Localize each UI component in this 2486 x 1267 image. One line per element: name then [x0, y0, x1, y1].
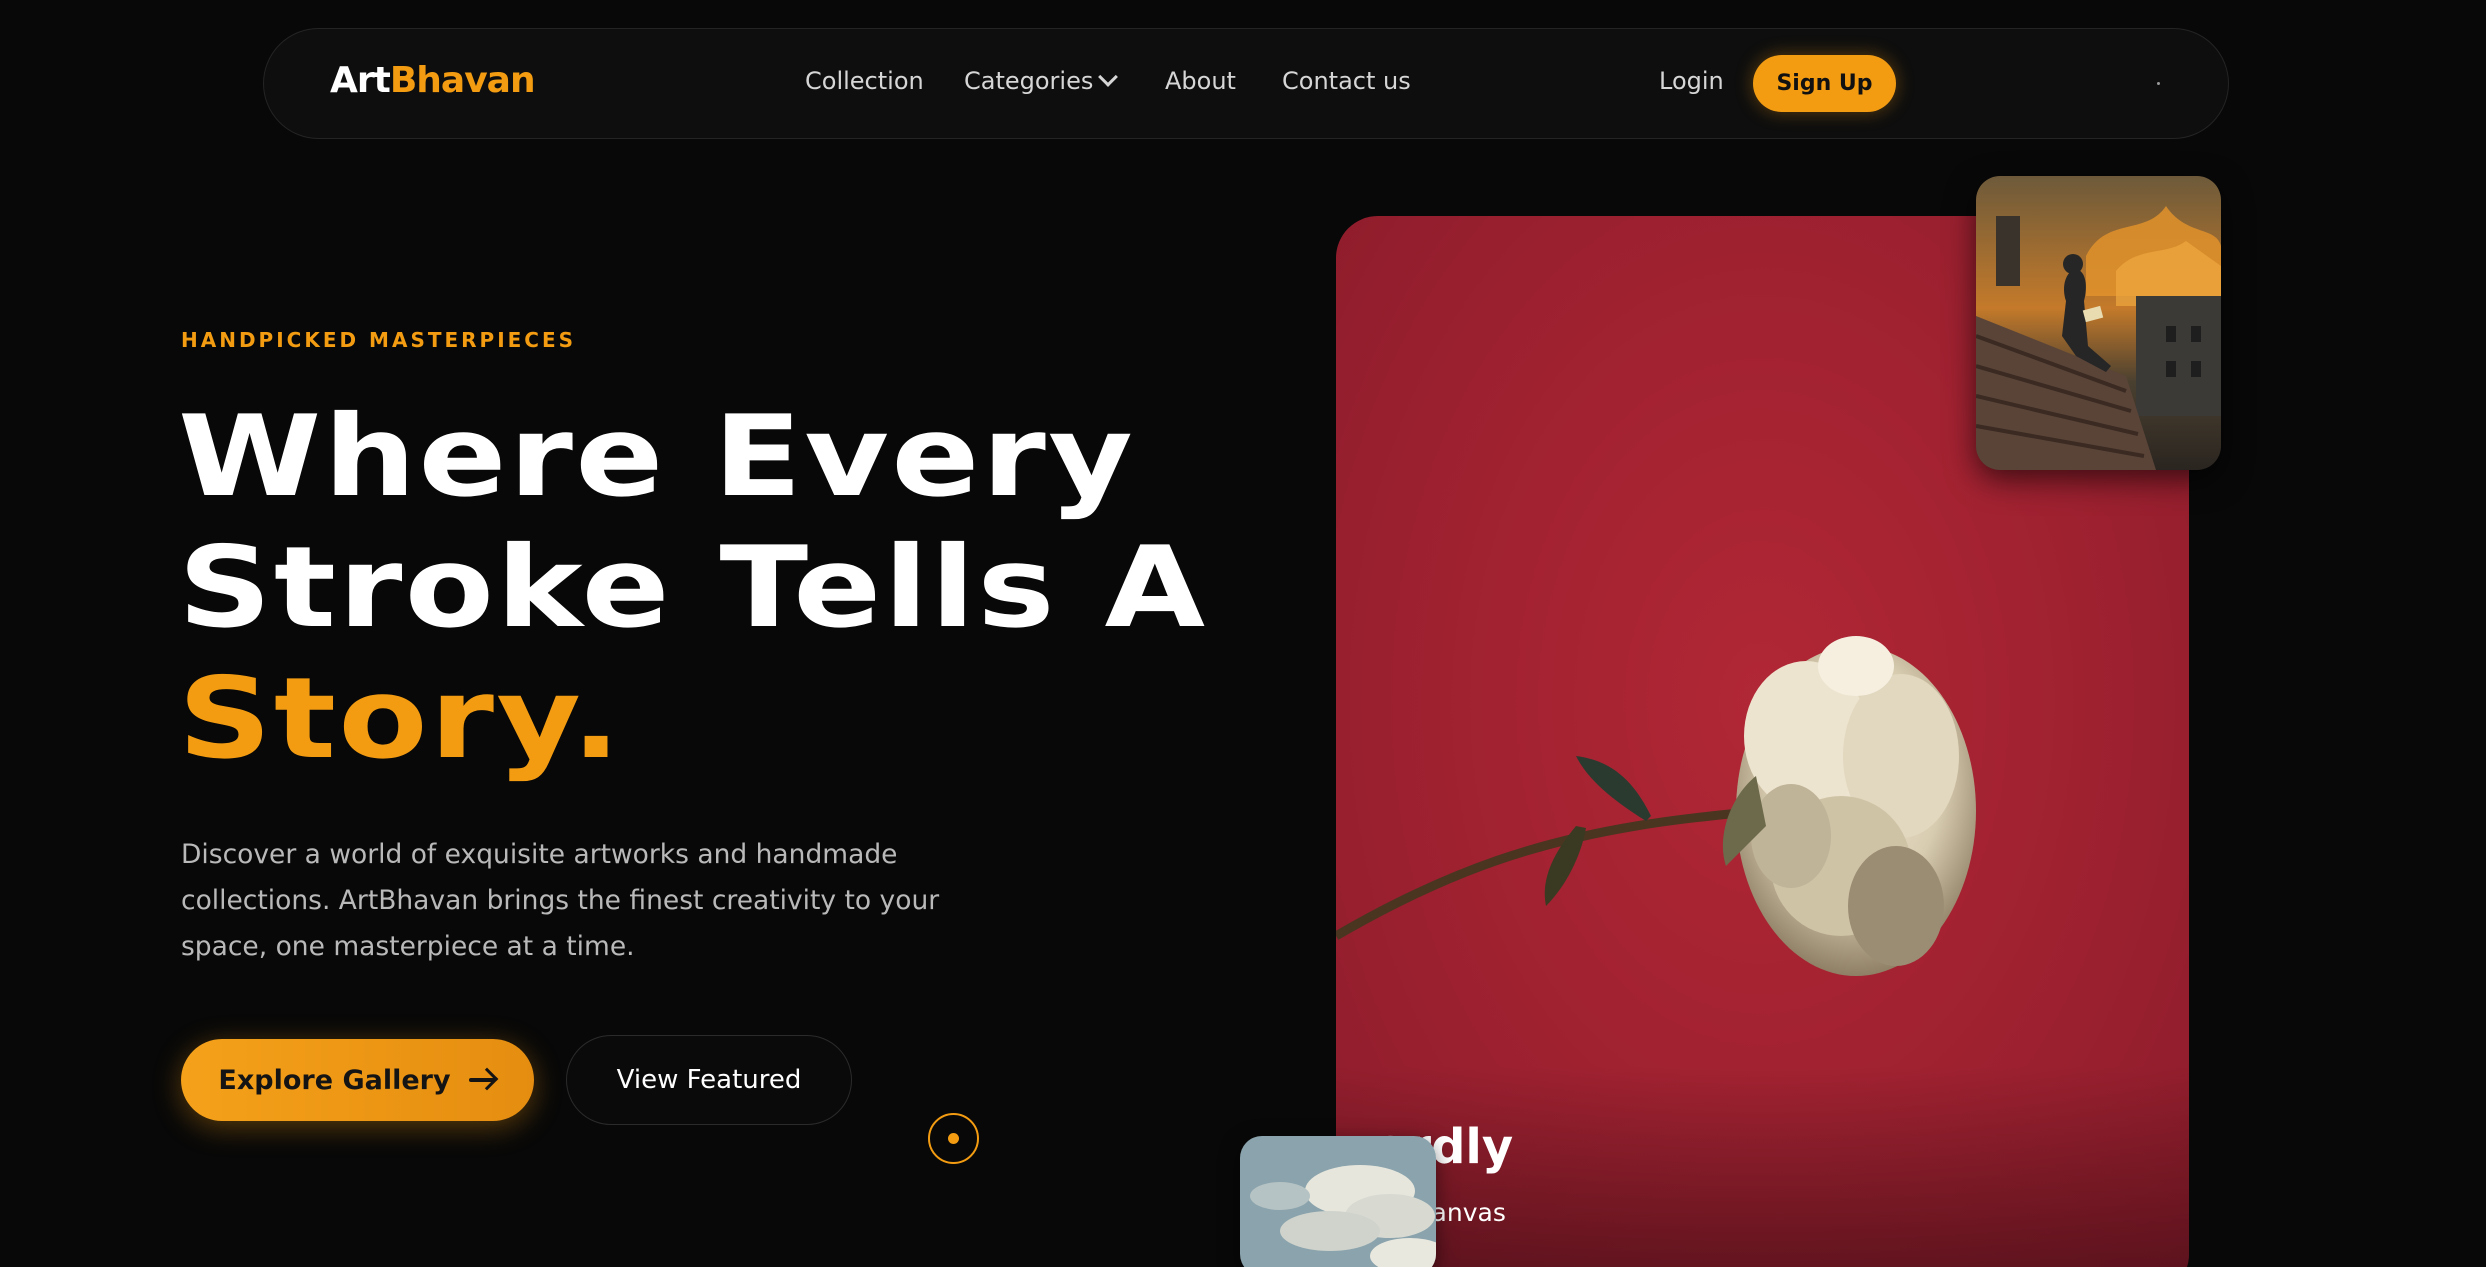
- nav-link-collection[interactable]: Collection: [805, 69, 924, 93]
- hero-headline-line2: Stroke Tells A: [178, 523, 1208, 653]
- view-featured-button[interactable]: View Featured: [566, 1035, 852, 1125]
- top-navbar: ArtBhavan Collection Categories About Co…: [263, 28, 2229, 139]
- page: ArtBhavan Collection Categories About Co…: [0, 0, 2486, 1267]
- nav-dot-indicator: [2157, 82, 2160, 85]
- hero-eyebrow: HANDPICKED MASTERPIECES: [181, 328, 577, 352]
- nav-link-about[interactable]: About: [1165, 69, 1236, 93]
- hero-headline: Where Every Stroke Tells A Story.: [178, 392, 1207, 785]
- scroll-indicator-icon[interactable]: [928, 1113, 979, 1164]
- arrow-right-icon: [468, 1067, 498, 1091]
- nav-link-contact[interactable]: Contact us: [1282, 69, 1411, 93]
- hero-headline-accent: Story.: [178, 654, 624, 784]
- hero-headline-line1: Where Every: [178, 392, 1136, 522]
- nav-link-categories[interactable]: Categories: [964, 67, 1119, 95]
- signup-button[interactable]: Sign Up: [1753, 55, 1896, 112]
- login-link[interactable]: Login: [1659, 69, 1724, 93]
- explore-gallery-label: Explore Gallery: [218, 1064, 451, 1096]
- chevron-down-icon: [1098, 67, 1119, 87]
- nav-links: Collection Categories About Contact us: [264, 29, 2228, 140]
- artwork-thumbnail-clouds[interactable]: [1240, 1136, 1436, 1267]
- rooftop-painting-image: [1976, 176, 2221, 470]
- explore-gallery-button[interactable]: Explore Gallery: [181, 1039, 534, 1121]
- nav-link-categories-label: Categories: [964, 67, 1094, 95]
- artwork-thumbnail-rooftop[interactable]: [1976, 176, 2221, 470]
- hero-description: Discover a world of exquisite artworks a…: [181, 839, 940, 962]
- clouds-painting-image: [1240, 1136, 1436, 1267]
